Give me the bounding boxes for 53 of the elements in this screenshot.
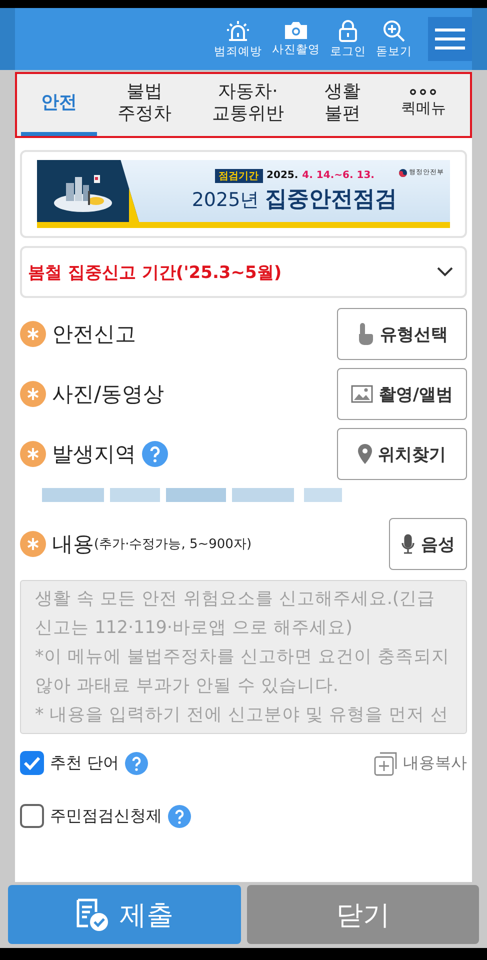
menu-icon — [435, 28, 465, 50]
checkmark-icon — [23, 756, 41, 770]
location-pin-icon — [358, 444, 372, 464]
notice-dropdown[interactable]: 봄철 집중신고 기간('25.3~5월) — [20, 246, 467, 298]
required-icon — [20, 531, 46, 557]
close-button[interactable]: 닫기 — [246, 885, 479, 944]
siren-icon — [225, 19, 251, 43]
required-icon — [20, 441, 46, 467]
help-icon[interactable] — [168, 804, 191, 828]
checkbox-label: 추천 단어 — [50, 752, 120, 774]
camera-icon — [283, 19, 309, 41]
length-hint: (추가·수정가능, 5~900자) — [94, 536, 252, 553]
copy-content-button[interactable]: 내용복사 — [373, 750, 467, 776]
category-tab[interactable]: 자동차· 교통위반 — [192, 74, 304, 136]
action-button[interactable]: 촬영/앨범 — [337, 368, 467, 420]
required-icon — [20, 381, 46, 407]
microphone-icon — [401, 534, 415, 554]
zoom-in-icon — [382, 19, 406, 43]
checkbox-label: 주민점검신청제 — [50, 806, 162, 826]
category-tab[interactable]: 불법 주정차 — [97, 74, 192, 136]
submit-button[interactable]: 제출 — [8, 885, 240, 944]
banner-title: 집중안전점검 — [265, 186, 398, 214]
menu-button[interactable] — [428, 17, 472, 61]
banner-year: 2025. — [266, 170, 298, 181]
help-icon[interactable] — [142, 441, 168, 467]
action-button[interactable]: 위치찾기 — [337, 428, 467, 480]
lock-icon — [337, 19, 359, 43]
copy-icon — [373, 750, 399, 776]
banner-dates: 4. 14.~6. 13. — [302, 170, 374, 181]
checkbox[interactable] — [20, 804, 44, 828]
field-label: 안전신고 — [52, 321, 136, 348]
category-tab[interactable]: 생활 불편 — [304, 74, 381, 136]
pointing-finger-icon — [356, 322, 374, 346]
field-label: 사진/동영상 — [52, 381, 164, 408]
more-icon — [410, 89, 436, 95]
field-label: 발생지역 — [52, 441, 136, 468]
voice-button[interactable]: 음성 — [389, 518, 467, 570]
header-action-button[interactable]: 로그인 — [328, 19, 368, 59]
document-check-icon — [75, 898, 110, 932]
period-tag: 점검기간 — [214, 168, 263, 182]
banner-year-title: 2025년 — [192, 188, 260, 212]
required-icon — [20, 321, 46, 347]
emblem-icon — [399, 168, 407, 176]
image-icon — [350, 385, 373, 403]
header-action-button[interactable]: 범죄예방 — [212, 19, 264, 59]
action-button[interactable]: 유형선택 — [337, 308, 467, 360]
category-tab[interactable]: 퀵메뉴 — [380, 74, 466, 136]
header-action-button[interactable]: 사진촬영 — [270, 19, 322, 59]
field-label: 내용 — [52, 531, 94, 558]
header-action-button[interactable]: 돋보기 — [374, 19, 414, 59]
checkbox[interactable] — [20, 751, 44, 775]
chevron-down-icon — [437, 267, 453, 277]
help-icon[interactable] — [125, 752, 148, 774]
